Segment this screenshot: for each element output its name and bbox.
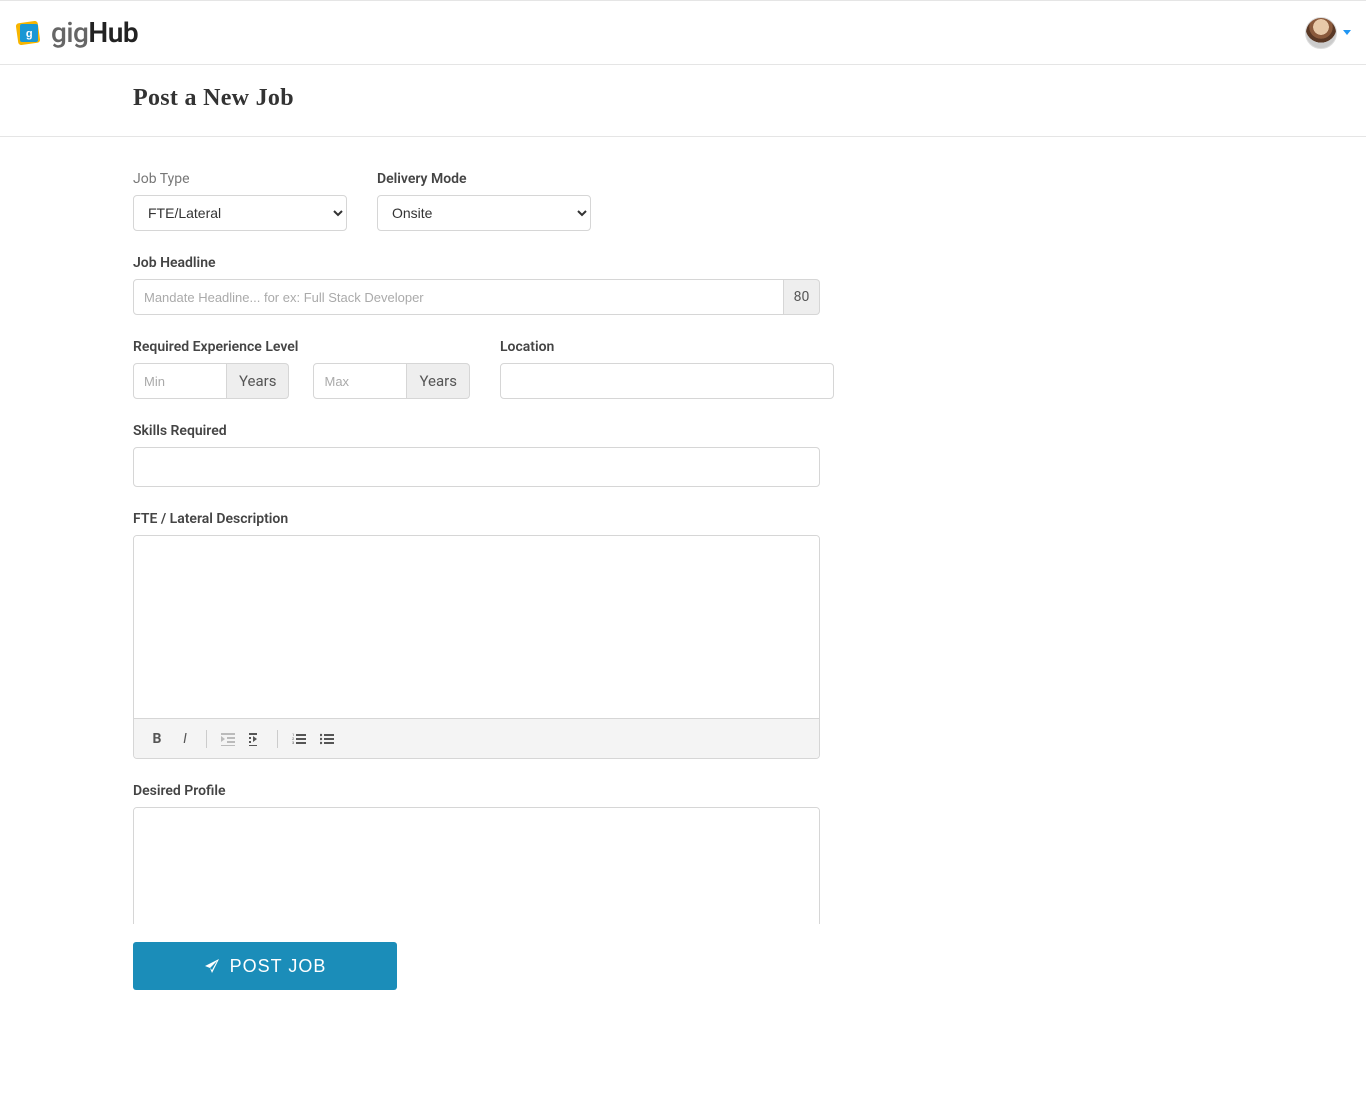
footer-action-bar: POST JOB [0,924,1366,1010]
delivery-mode-field: Delivery Mode Onsite [377,171,591,231]
bold-icon[interactable]: B [146,728,168,750]
delivery-mode-select[interactable]: Onsite [377,195,591,231]
experience-label: Required Experience Level [133,339,470,355]
outdent-icon[interactable] [217,728,239,750]
user-menu[interactable] [1305,17,1351,49]
logo-text: gigHub [51,16,138,49]
top-navbar: g gigHub [0,0,1366,65]
profile-label: Desired Profile [133,783,820,799]
description-field: FTE / Lateral Description B I 123 [133,511,820,759]
skills-input[interactable] [133,447,820,487]
unordered-list-icon[interactable] [316,728,338,750]
page-title-bar: Post a New Job [0,65,1366,137]
job-type-field: Job Type FTE/Lateral [133,171,347,231]
description-label: FTE / Lateral Description [133,511,820,527]
paper-plane-icon [204,958,220,974]
description-editor: B I 123 [133,535,820,759]
post-job-label: POST JOB [230,956,327,977]
headline-char-count: 80 [784,279,820,315]
headline-label: Job Headline [133,255,820,271]
job-type-select[interactable]: FTE/Lateral [133,195,347,231]
app-logo[interactable]: g gigHub [15,16,138,49]
ordered-list-icon[interactable]: 123 [288,728,310,750]
post-job-button[interactable]: POST JOB [133,942,397,990]
page-title: Post a New Job [133,85,1233,112]
location-label: Location [500,339,834,355]
toolbar-separator [206,730,207,748]
indent-icon[interactable] [245,728,267,750]
svg-text:g: g [26,28,32,40]
years-suffix: Years [227,363,289,399]
headline-field: Job Headline 80 [133,255,820,315]
years-suffix: Years [407,363,469,399]
job-type-label: Job Type [133,171,347,187]
delivery-mode-label: Delivery Mode [377,171,591,187]
skills-label: Skills Required [133,423,820,439]
description-editor-body[interactable] [134,536,819,718]
headline-input[interactable] [133,279,784,315]
italic-icon[interactable]: I [174,728,196,750]
experience-min-input[interactable] [133,363,227,399]
editor-toolbar: B I 123 [134,718,819,758]
skills-field: Skills Required [133,423,820,487]
avatar [1305,17,1337,49]
experience-max-input[interactable] [313,363,407,399]
svg-text:3: 3 [292,740,294,745]
experience-field: Required Experience Level Years Years [133,339,470,399]
toolbar-separator [277,730,278,748]
chevron-down-icon [1343,30,1351,35]
location-field: Location [500,339,834,399]
location-input[interactable] [500,363,834,399]
logo-mark-icon: g [15,18,45,48]
